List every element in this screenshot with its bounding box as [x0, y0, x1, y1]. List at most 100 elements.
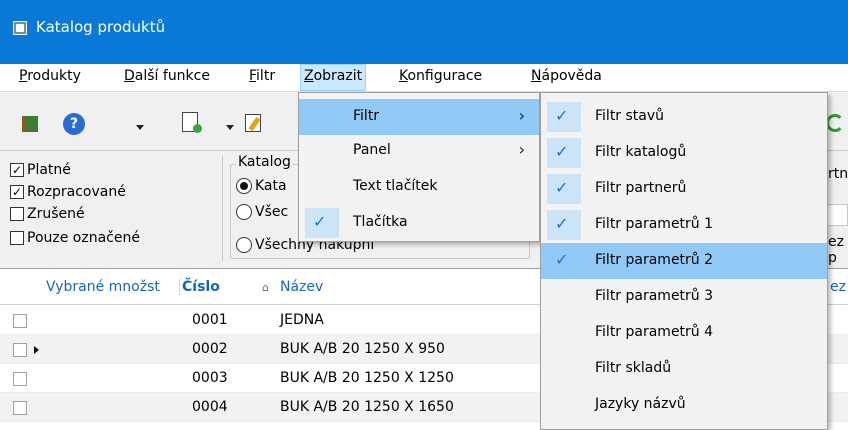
menu-item-label: Filtr partnerů: [595, 180, 687, 196]
checkbox-label: Rozpracované: [27, 184, 126, 200]
menu-bar: Produkty Další funkce Filtr Zobrazit Kon…: [0, 64, 848, 91]
filtr-submenu: ✓ Filtr stavů ✓ Filtr katalogů ✓ Filtr p…: [540, 92, 828, 430]
row-checkbox[interactable]: [13, 401, 27, 415]
menu-konfigurace[interactable]: Konfigurace: [396, 64, 485, 91]
checkmark-icon: ✓: [555, 214, 569, 233]
radio-button[interactable]: [236, 204, 252, 220]
cell-name: BUK A/B 20 1250 X 1650: [280, 399, 454, 415]
chevron-right-icon: ›: [518, 140, 525, 159]
col-header-number[interactable]: Číslo: [182, 279, 220, 295]
checkbox-pouze-oznacene[interactable]: Pouze označené: [10, 228, 140, 248]
menu-item-label: Filtr skladů: [595, 360, 672, 376]
radio-label: Všec: [255, 204, 289, 220]
cell-name: JEDNA: [280, 312, 324, 328]
catalog-legend: Katalog: [236, 154, 293, 170]
checkmark-icon: ✓: [555, 106, 569, 125]
menu-accel: F: [249, 68, 257, 84]
menu-label: rodukty: [27, 68, 81, 84]
menu-item-text-tlacitek[interactable]: Text tlačítek: [299, 169, 539, 205]
menu-item-label: Text tlačítek: [353, 178, 438, 194]
row-checkbox[interactable]: [13, 372, 27, 386]
menu-item-filtr-parametru-4[interactable]: Filtr parametrů 4: [541, 315, 827, 351]
title-bar: Katalog produktů: [0, 0, 848, 64]
menu-item-jazyky-nazvu[interactable]: Jazyky názvů: [541, 387, 827, 423]
menu-label: obrazit: [313, 68, 363, 84]
menu-item-filtr-skladu[interactable]: Filtr skladů: [541, 351, 827, 387]
cell-number: 0001: [192, 312, 228, 328]
menu-item-label: Filtr parametrů 3: [595, 288, 714, 304]
col-header-right-fragment[interactable]: ez: [830, 279, 846, 295]
menu-dalsi-funkce[interactable]: Další funkce: [121, 64, 213, 91]
col-header-name[interactable]: Název: [280, 279, 323, 295]
menu-item-filtr-katalogu[interactable]: ✓ Filtr katalogů: [541, 135, 827, 171]
menu-item-filtr-parametru-1[interactable]: ✓ Filtr parametrů 1: [541, 207, 827, 243]
help-icon[interactable]: ?: [63, 113, 85, 135]
checkmark-icon: ✓: [555, 142, 569, 161]
row-checkbox[interactable]: [13, 314, 27, 328]
menu-item-panel[interactable]: Panel ›: [299, 133, 539, 169]
exit-icon[interactable]: [22, 116, 38, 132]
chevron-right-icon: ›: [518, 106, 525, 125]
cell-number: 0003: [192, 370, 228, 386]
menu-accel: Z: [304, 68, 314, 84]
checkbox-label: Platné: [27, 162, 71, 178]
partner-filter-fragment: rtn: [828, 166, 848, 182]
zobrazit-menu: Filtr › Panel › Text tlačítek ✓ Tlačítka: [298, 92, 540, 242]
menu-item-filtr-parametru-3[interactable]: Filtr parametrů 3: [541, 279, 827, 315]
checkmark-icon: ✓: [313, 212, 327, 231]
cell-number: 0004: [192, 399, 228, 415]
menu-zobrazit[interactable]: Zobrazit: [300, 64, 367, 91]
checkbox-box[interactable]: ✓: [10, 185, 24, 199]
menu-item-label: Filtr parametrů 4: [595, 324, 714, 340]
menu-item-filtr[interactable]: Filtr ›: [299, 99, 539, 135]
radio-katalog[interactable]: Kata: [236, 176, 287, 196]
menu-item-label: Filtr parametrů 1: [595, 216, 714, 232]
row-checkbox[interactable]: [13, 343, 27, 357]
col-header-selected-qty[interactable]: Vybrané množst: [46, 279, 180, 295]
menu-accel: N: [531, 68, 542, 84]
menu-item-label: Tlačítka: [353, 214, 408, 230]
menu-item-filtr-partneru[interactable]: ✓ Filtr partnerů: [541, 171, 827, 207]
radio-vsechny[interactable]: Všec: [236, 202, 288, 222]
menu-label: iltr: [256, 68, 276, 84]
current-row-indicator-icon: [34, 346, 39, 354]
window-title: Katalog produktů: [36, 18, 166, 36]
help-dropdown-arrow-icon[interactable]: [136, 125, 144, 130]
radio-button[interactable]: [236, 178, 252, 194]
states-filter: ✓ Platné ✓ Rozpracované Zrušené Pouze ozna…: [8, 156, 223, 261]
checkbox-platne[interactable]: ✓ Platné: [10, 160, 71, 180]
menu-item-label: Panel: [353, 142, 391, 158]
cell-name: BUK A/B 20 1250 X 950: [280, 341, 445, 357]
refresh-icon[interactable]: [826, 114, 844, 132]
cell-number: 0002: [192, 341, 228, 357]
checkbox-zrusene[interactable]: Zrušené: [10, 204, 85, 224]
checkbox-box[interactable]: ✓: [10, 163, 24, 177]
menu-produkty[interactable]: Produkty: [16, 64, 84, 91]
menu-accel: P: [19, 68, 28, 84]
checkbox-box[interactable]: [10, 231, 24, 245]
new-document-icon[interactable]: [182, 112, 202, 133]
edit-document-icon[interactable]: [245, 114, 261, 132]
checkmark-icon: ✓: [555, 178, 569, 197]
checkbox-label: Zrušené: [27, 206, 85, 222]
cell-name: BUK A/B 20 1250 X 1250: [280, 370, 454, 386]
menu-label: onfigurace: [407, 68, 483, 84]
checkmark-icon: ✓: [555, 250, 569, 269]
radio-button[interactable]: [236, 237, 252, 253]
menu-item-tlacitka[interactable]: ✓ Tlačítka: [299, 205, 539, 241]
menu-napoveda[interactable]: Nápověda: [528, 64, 605, 91]
new-dropdown-arrow-icon[interactable]: [226, 125, 234, 130]
menu-item-filtr-parametru-2[interactable]: ✓ Filtr parametrů 2: [541, 243, 827, 279]
menu-filtr[interactable]: Filtr: [246, 64, 278, 91]
menu-item-label: Filtr stavů: [595, 108, 665, 124]
menu-label: alší funkce: [134, 68, 210, 84]
right-label-fragment: ez p: [828, 234, 844, 266]
menu-accel: D: [124, 68, 135, 84]
checkbox-box[interactable]: [10, 207, 24, 221]
sort-ascending-icon: ⌂: [262, 281, 269, 294]
menu-item-label: Filtr katalogů: [595, 144, 687, 160]
menu-item-label: Jazyky názvů: [595, 396, 686, 412]
menu-item-label: Filtr: [353, 108, 380, 124]
menu-item-filtr-stavu[interactable]: ✓ Filtr stavů: [541, 99, 827, 135]
checkbox-rozpracovane[interactable]: ✓ Rozpracované: [10, 182, 126, 202]
